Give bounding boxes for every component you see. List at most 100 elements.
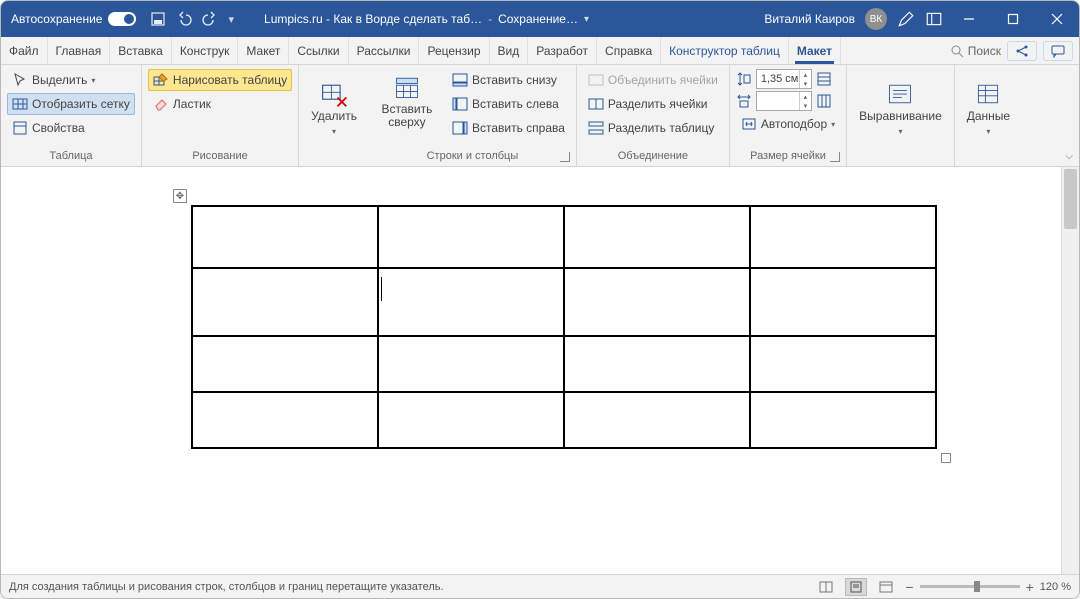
properties-button[interactable]: Свойства <box>7 117 135 139</box>
table-cell[interactable] <box>564 336 750 392</box>
tab-table-layout[interactable]: Макет <box>789 37 841 64</box>
tab-references[interactable]: Ссылки <box>289 37 348 64</box>
split-cells-button[interactable]: Разделить ячейки <box>583 93 723 115</box>
tab-file[interactable]: Файл <box>1 37 48 64</box>
autosave-toggle[interactable]: Автосохранение <box>11 12 136 26</box>
view-gridlines-button[interactable]: Отобразить сетку <box>7 93 135 115</box>
table-cell[interactable] <box>750 206 936 268</box>
table-cell[interactable] <box>750 336 936 392</box>
zoom-slider[interactable] <box>920 585 1020 588</box>
group-alignment: Выравнивание▾ <box>847 65 955 166</box>
tab-view[interactable]: Вид <box>490 37 529 64</box>
table-cell[interactable] <box>192 336 378 392</box>
table-cell[interactable] <box>564 206 750 268</box>
text-cursor <box>381 277 382 301</box>
tab-layout[interactable]: Макет <box>238 37 289 64</box>
vertical-scrollbar[interactable] <box>1061 167 1079 574</box>
undo-icon[interactable] <box>176 11 192 27</box>
minimize-button[interactable] <box>947 1 991 37</box>
group-label-merge: Объединение <box>583 148 723 166</box>
col-width-input[interactable]: ▴▾ <box>756 91 812 111</box>
draw-table-button[interactable]: Нарисовать таблицу <box>148 69 292 91</box>
alignment-icon <box>886 80 914 108</box>
group-merge: Объединить ячейки Разделить ячейки Разде… <box>577 65 730 166</box>
alignment-button[interactable]: Выравнивание▾ <box>853 76 948 140</box>
table-cell[interactable] <box>564 268 750 336</box>
tab-developer[interactable]: Разработ <box>528 37 597 64</box>
redo-icon[interactable] <box>202 11 218 27</box>
pen-mode-icon[interactable] <box>897 10 915 28</box>
page-canvas[interactable]: ✥ <box>1 167 1061 574</box>
table-cell[interactable] <box>378 336 564 392</box>
tab-home[interactable]: Главная <box>48 37 111 64</box>
qat-more-icon[interactable]: ▾ <box>228 13 234 26</box>
maximize-button[interactable] <box>991 1 1035 37</box>
data-icon <box>974 80 1002 108</box>
view-print-button[interactable] <box>845 578 867 596</box>
tab-review[interactable]: Рецензир <box>419 37 489 64</box>
tab-mailings[interactable]: Рассылки <box>349 37 420 64</box>
split-table-icon <box>588 120 604 136</box>
dialog-launcher-icon[interactable] <box>830 152 840 162</box>
insert-left-icon <box>452 96 468 112</box>
save-icon[interactable] <box>150 11 166 27</box>
zoom-in-button[interactable]: + <box>1026 579 1034 595</box>
insert-right-icon <box>452 120 468 136</box>
data-button[interactable]: Данные▾ <box>961 76 1016 140</box>
tab-help[interactable]: Справка <box>597 37 661 64</box>
insert-left-button[interactable]: Вставить слева <box>447 93 570 115</box>
scrollbar-thumb[interactable] <box>1064 169 1077 229</box>
table-cell[interactable] <box>378 392 564 448</box>
close-button[interactable] <box>1035 1 1079 37</box>
view-web-button[interactable] <box>875 578 897 596</box>
insert-right-button[interactable]: Вставить справа <box>447 117 570 139</box>
user-table[interactable] <box>191 205 937 449</box>
collapse-ribbon-icon[interactable]: ⌵ <box>1065 151 1073 162</box>
dialog-launcher-icon[interactable] <box>560 152 570 162</box>
table-cell[interactable] <box>750 392 936 448</box>
title-bar: Автосохранение ▾ Lumpics.ru - Как в Ворд… <box>1 1 1079 37</box>
status-bar: Для создания таблицы и рисования строк, … <box>1 574 1079 598</box>
user-name: Виталий Каиров <box>764 12 855 26</box>
row-height-input[interactable]: 1,35 см▴▾ <box>756 69 812 89</box>
distribute-cols-icon[interactable] <box>816 93 832 109</box>
table-cell[interactable] <box>564 392 750 448</box>
avatar[interactable]: ВК <box>865 8 887 30</box>
zoom-thumb[interactable] <box>974 581 980 592</box>
comment-icon <box>1051 44 1065 58</box>
table-cell[interactable] <box>750 268 936 336</box>
autofit-icon <box>741 116 757 132</box>
select-button[interactable]: Выделить▾ <box>7 69 135 91</box>
table-cell[interactable] <box>378 206 564 268</box>
table-cell[interactable] <box>192 392 378 448</box>
zoom-value[interactable]: 120 % <box>1040 581 1071 593</box>
table-cell[interactable] <box>192 268 378 336</box>
table-resize-handle[interactable] <box>941 453 951 463</box>
eraser-button[interactable]: Ластик <box>148 93 292 115</box>
share-button[interactable] <box>1007 41 1037 61</box>
search-box[interactable]: Поиск <box>950 44 1001 58</box>
table-move-handle[interactable]: ✥ <box>173 189 187 203</box>
table-cell[interactable] <box>378 268 564 336</box>
comments-button[interactable] <box>1043 41 1073 61</box>
group-label-rowscols: Строки и столбцы <box>375 148 570 166</box>
user-table-wrapper: ✥ <box>191 205 937 449</box>
toggle-switch-icon <box>108 12 136 26</box>
ribbon-display-icon[interactable] <box>925 10 943 28</box>
merge-cells-button: Объединить ячейки <box>583 69 723 91</box>
autofit-button[interactable]: Автоподбор▾ <box>736 113 840 135</box>
split-table-button[interactable]: Разделить таблицу <box>583 117 723 139</box>
tab-design[interactable]: Конструк <box>172 37 239 64</box>
view-read-button[interactable] <box>815 578 837 596</box>
title-dropdown-icon[interactable]: ▾ <box>584 14 589 25</box>
tab-table-design[interactable]: Конструктор таблиц <box>661 37 789 64</box>
window-controls <box>947 1 1079 37</box>
table-cell[interactable] <box>192 206 378 268</box>
save-state: Сохранение… <box>498 12 578 26</box>
insert-above-button[interactable]: Вставить сверху <box>375 69 439 148</box>
insert-below-button[interactable]: Вставить снизу <box>447 69 570 91</box>
zoom-out-button[interactable]: − <box>905 579 913 595</box>
delete-button[interactable]: Удалить▾ <box>305 76 363 140</box>
tab-insert[interactable]: Вставка <box>110 37 172 64</box>
distribute-rows-icon[interactable] <box>816 71 832 87</box>
